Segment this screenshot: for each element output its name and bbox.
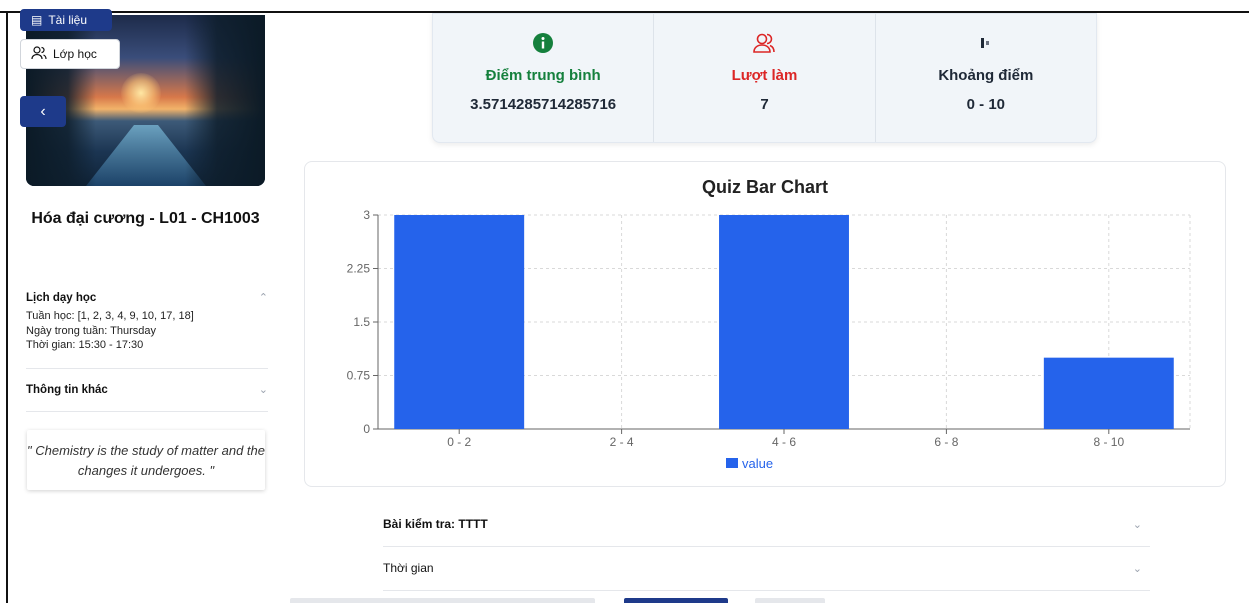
other-info-title: Thông tin khác xyxy=(26,383,108,396)
stat-attempts-value: 7 xyxy=(760,96,769,113)
chevron-down-icon: ⌄ xyxy=(1132,562,1142,575)
sidebar: ▤ Tài liệu Lớp học ‹ Hóa đại cương - L01… xyxy=(10,9,278,603)
stat-average-value: 3.5714285714285716 xyxy=(470,96,617,113)
bottom-control xyxy=(290,598,595,603)
legend-label: value xyxy=(742,456,773,471)
divider xyxy=(26,411,268,412)
chevron-down-icon: ⌄ xyxy=(1132,518,1142,531)
documents-button[interactable]: ▤ Tài liệu xyxy=(20,9,112,31)
quiz-accordion[interactable]: Bài kiểm tra: TTTT ⌄ xyxy=(383,502,1150,547)
documents-button-label: Tài liệu xyxy=(48,13,88,27)
schedule-time: Thời gian: 15:30 - 17:30 xyxy=(26,339,144,351)
bar-4-6 xyxy=(719,215,849,429)
x-tick-label: 2 - 4 xyxy=(610,435,634,449)
legend-swatch xyxy=(726,458,738,468)
x-tick-label: 4 - 6 xyxy=(772,435,796,449)
quiz-bar-chart-card: Quiz Bar Chart 0 0.75 1.5 2.25 3 0 - 22 - 44 … xyxy=(304,161,1226,487)
time-accordion-label: Thời gian xyxy=(383,561,434,575)
stat-range-value: 0 - 10 xyxy=(966,96,1005,113)
window-top-border xyxy=(0,0,1249,13)
class-button[interactable]: Lớp học xyxy=(20,39,120,69)
bar-8-10 xyxy=(1043,357,1174,429)
bar-chart: 0 0.75 1.5 2.25 3 0 - 2 2 - 4 4 - 6 6 - 8 8 - 10 v… xyxy=(347,208,1191,471)
chevron-up-icon: ⌃ xyxy=(258,292,268,304)
stat-average-label: Điểm trung bình xyxy=(485,67,601,84)
schedule-details: Tuần học: [1, 2, 3, 4, 9, 10, 17, 18] Ng… xyxy=(26,309,194,353)
y-tick-label: 0 xyxy=(363,422,370,436)
class-button-label: Lớp học xyxy=(53,47,97,61)
users-icon xyxy=(31,45,47,63)
course-title: Hóa đại cương - L01 - CH1003 xyxy=(31,210,260,227)
stat-attempts-label: Lượt làm xyxy=(731,67,798,84)
y-tick-label: 3 xyxy=(363,208,370,222)
schedule-section-header[interactable]: Lịch dạy học ⌃ xyxy=(26,291,268,305)
stat-range-label: Khoảng điểm xyxy=(938,67,1034,84)
schedule-day: Ngày trong tuần: Thursday xyxy=(26,324,157,337)
schedule-section-title: Lịch dạy học xyxy=(26,291,97,304)
divider xyxy=(26,368,268,369)
schedule-weeks: Tuần học: [1, 2, 3, 4, 9, 10, 17, 18] xyxy=(26,310,194,322)
info-icon xyxy=(533,30,554,56)
bottom-button[interactable] xyxy=(624,598,728,603)
stat-range: Khoảng điểm 0 - 10 xyxy=(876,14,1096,142)
back-button[interactable]: ‹ xyxy=(20,96,66,127)
quote-card: " Chemistry is the study of matter and t… xyxy=(27,430,265,490)
quiz-stats-panel: Điểm trung bình 3.5714285714285716 Lượt … xyxy=(432,13,1097,143)
window-left-border xyxy=(0,13,8,603)
y-tick-label: 2.25 xyxy=(347,262,371,276)
stat-attempts: Lượt làm 7 xyxy=(654,14,876,142)
y-tick-label: 1.5 xyxy=(353,315,370,329)
chevron-left-icon: ‹ xyxy=(40,102,46,120)
x-tick-label: 8 - 10 xyxy=(1093,435,1124,449)
bottom-button[interactable] xyxy=(755,598,825,603)
x-tick-label: 6 - 8 xyxy=(934,435,958,449)
bar-0-2 xyxy=(394,215,525,429)
range-icon xyxy=(980,30,992,56)
quiz-accordion-label: Bài kiểm tra: TTTT xyxy=(383,517,488,531)
users-icon xyxy=(752,30,776,56)
x-tick-label: 0 - 2 xyxy=(447,435,471,449)
stat-average: Điểm trung bình 3.5714285714285716 xyxy=(433,14,655,142)
y-tick-label: 0.75 xyxy=(347,369,371,383)
time-accordion[interactable]: Thời gian ⌄ xyxy=(383,546,1150,591)
document-icon: ▤ xyxy=(31,13,43,27)
other-info-section-header[interactable]: Thông tin khác ⌄ xyxy=(26,383,268,397)
chevron-down-icon: ⌄ xyxy=(258,384,268,396)
